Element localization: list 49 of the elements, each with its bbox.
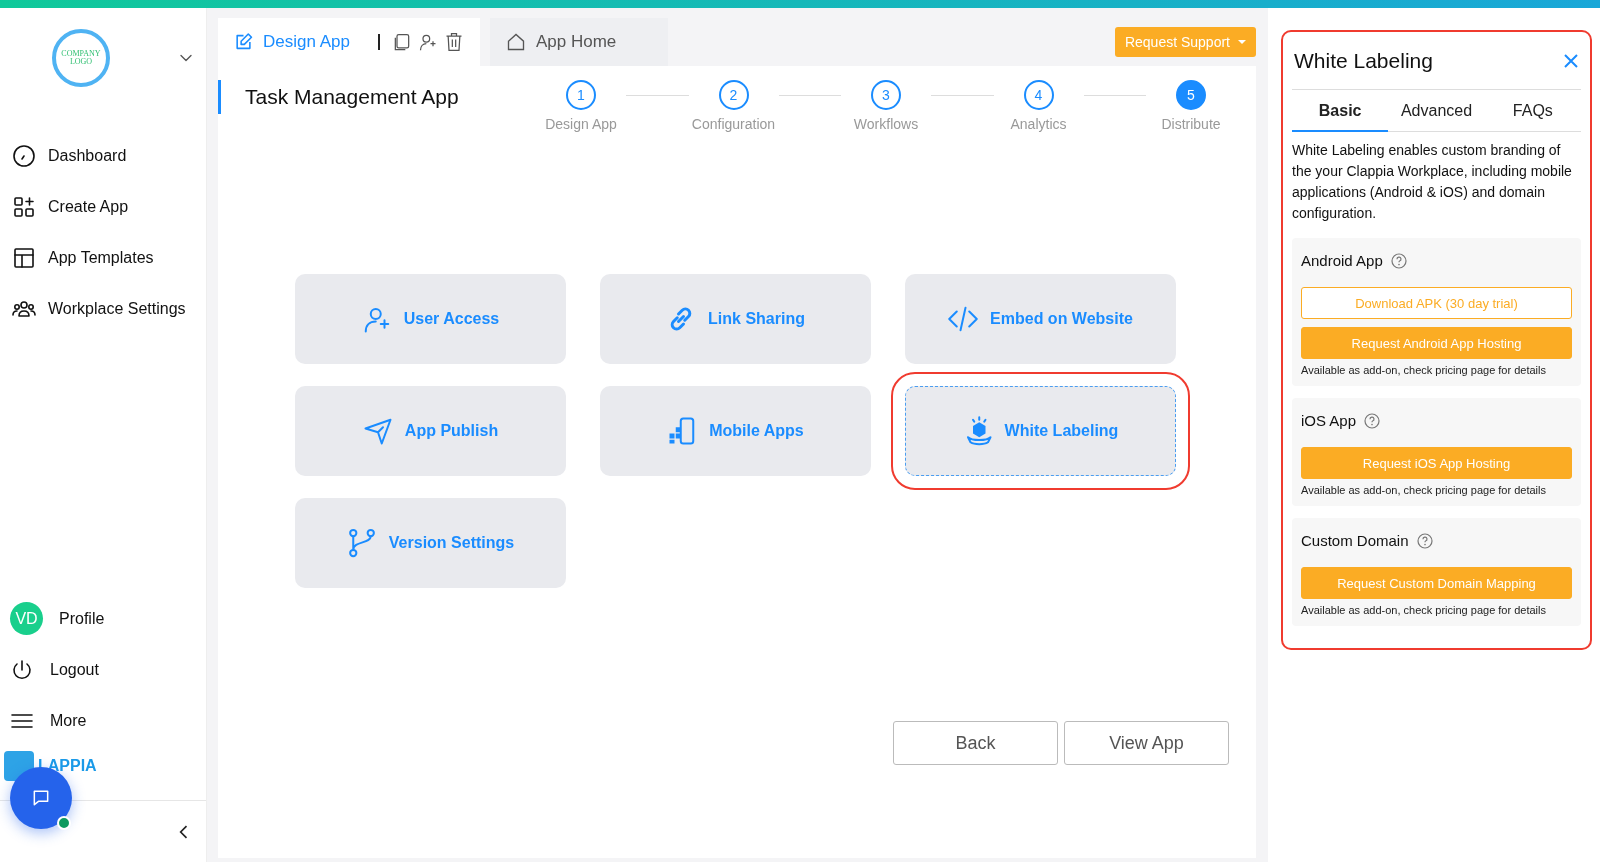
section-title: Custom Domain	[1301, 532, 1409, 549]
section-note: Available as add-on, check pricing page for details	[1301, 484, 1547, 496]
panel-tab[interactable]: FAQs	[1484, 90, 1581, 132]
logo-text: COMPANY	[61, 50, 101, 58]
section-title: Android App	[1301, 252, 1383, 269]
step-label: Distribute	[1161, 116, 1221, 132]
request-support-button[interactable]: Request Support	[1114, 27, 1256, 57]
nav-item[interactable]: VD Profile	[10, 603, 206, 634]
section-title: iOS App	[1301, 412, 1357, 429]
request-button[interactable]: Request iOS App Hosting	[1301, 447, 1572, 479]
option-card[interactable]: App Publish	[295, 386, 566, 476]
step-number[interactable]: 2	[718, 80, 749, 110]
download-button[interactable]: Download APK (30 day trial)	[1301, 287, 1572, 319]
back-button[interactable]: Back	[893, 721, 1058, 765]
request-button[interactable]: Request Custom Domain Mapping	[1301, 567, 1572, 599]
nav-item[interactable]: App Templates	[12, 242, 206, 273]
nav-item[interactable]: Logout	[10, 654, 206, 685]
step-number[interactable]: 1	[566, 80, 596, 110]
panel-tab[interactable]: Advanced	[1388, 90, 1485, 132]
app-title: Task Management App	[218, 80, 536, 114]
tab-label: App Home	[536, 32, 617, 52]
header-tab[interactable]: Design App	[218, 18, 480, 66]
logo-text: LOGO	[69, 58, 93, 66]
nav-item[interactable]: Workplace Settings	[12, 293, 206, 324]
option-card[interactable]: Version Settings	[295, 498, 566, 588]
header-tab[interactable]: App Home	[490, 18, 668, 66]
nav-item[interactable]: Create App	[12, 191, 206, 222]
request-button[interactable]: Request Android App Hosting	[1301, 327, 1572, 359]
step-label: Design App	[545, 116, 617, 132]
step-label: Configuration	[691, 116, 776, 132]
step-number[interactable]: 3	[871, 80, 901, 110]
step-number[interactable]: 4	[1023, 80, 1054, 110]
nav-item[interactable]: Dashboard	[12, 140, 206, 171]
nav-item[interactable]: More	[10, 705, 206, 736]
panel-title: White Labeling	[1294, 48, 1433, 73]
view-app-button[interactable]: View App	[1064, 721, 1229, 765]
section-note: Available as add-on, check pricing page for details	[1301, 604, 1547, 616]
step-label: Analytics	[1010, 116, 1067, 132]
option-card[interactable]: Mobile Apps	[600, 386, 871, 476]
section-note: Available as add-on, check pricing page for details	[1301, 364, 1547, 376]
panel-tab[interactable]: Basic	[1292, 90, 1389, 132]
panel-description: White Labeling enables custom branding of the your Clappia Workplace, including mobile applications (Android & iOS) and domain configuration.	[1292, 141, 1573, 223]
option-card[interactable]: Embed on Website	[905, 274, 1176, 364]
step-label: Workflows	[853, 116, 919, 132]
tab-label: Design App	[263, 32, 350, 52]
option-card[interactable]: Link Sharing	[600, 274, 871, 364]
avatar: VD	[10, 602, 43, 635]
option-card[interactable]: User Access	[295, 274, 566, 364]
step-number[interactable]: 5	[1176, 80, 1206, 110]
